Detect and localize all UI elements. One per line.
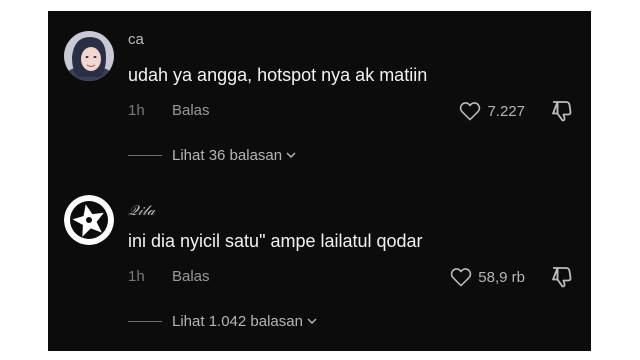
reply-button[interactable]: Balas [172,268,210,285]
thumbs-down-icon [552,101,572,122]
view-replies-label: Lihat 36 balasan [172,146,283,164]
username[interactable]: ca [128,31,144,48]
dislike-button[interactable] [549,99,573,123]
avatar[interactable] [64,31,114,81]
like-button[interactable]: 7.227 [459,99,525,123]
comment-meta: 1h Balas 7.227 [128,99,591,123]
divider [128,154,162,156]
heart-icon [451,268,472,287]
view-replies-label: Lihat 1.042 balasan [172,312,303,330]
chevron-down-icon [286,152,296,159]
timestamp: 1h [128,268,145,285]
like-count: 7.227 [487,102,525,120]
comment-text: udah ya angga, hotspot nya ak matiin [128,65,428,85]
heart-icon [460,102,481,121]
view-replies-button[interactable]: Lihat 1.042 balasan [128,311,318,331]
divider [128,320,162,322]
chevron-down-icon [307,318,317,325]
like-count: 58,9 rb [478,268,525,286]
reply-button[interactable]: Balas [172,102,210,119]
view-replies-button[interactable]: Lihat 36 balasan [128,145,297,165]
star-logo-avatar-icon [64,195,114,245]
photo-avatar-icon [64,31,114,81]
timestamp: 1h [128,102,145,119]
comments-panel: ca udah ya angga, hotspot nya ak matiin … [48,11,591,351]
comment-text: ini dia nyicil satu" ampe lailatul qodar [128,231,423,251]
dislike-button[interactable] [549,265,573,289]
avatar[interactable] [64,195,114,245]
comment-meta: 1h Balas 58,9 rb [128,265,591,289]
thumbs-down-icon [552,267,572,288]
like-button[interactable]: 58,9 rb [450,265,525,289]
username[interactable]: 𝒬𝒾𝓁𝒶 [128,203,155,219]
